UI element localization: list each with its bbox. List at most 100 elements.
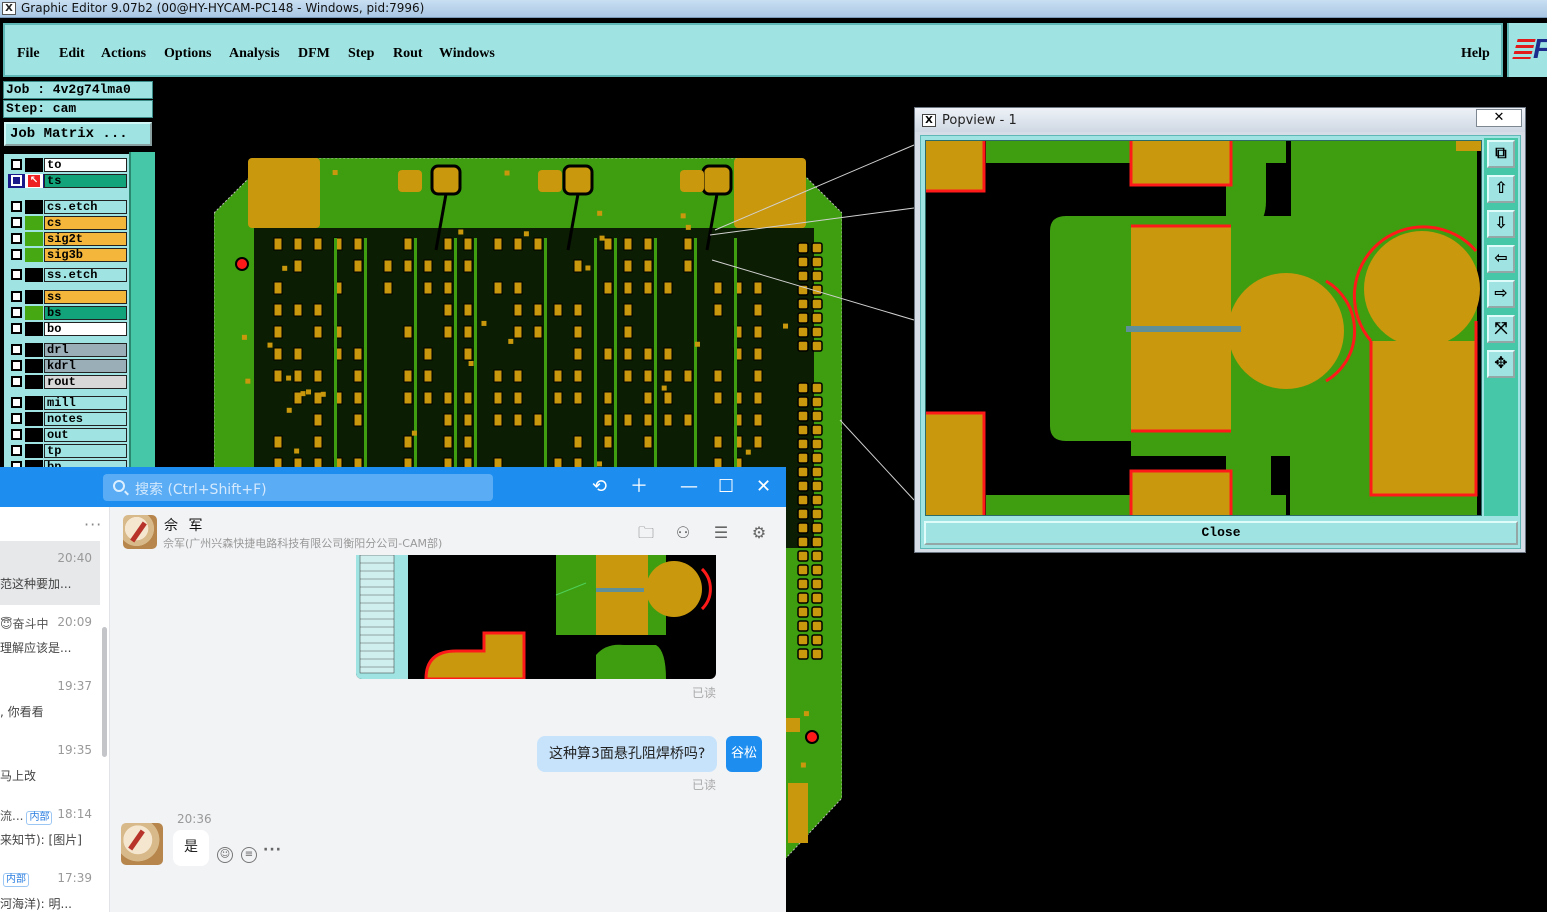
outgoing-message[interactable]: 这种算3面悬孔阻焊桥吗?	[537, 736, 718, 772]
menu-step[interactable]: Step	[348, 46, 374, 62]
layer-row-drl[interactable]: drl	[8, 343, 127, 357]
conversation-item[interactable]: 内部 17:39 河海洋): 明...	[0, 861, 100, 912]
layer-checkbox[interactable]	[11, 445, 22, 456]
layer-checkbox[interactable]	[11, 413, 22, 424]
popview-titlebar[interactable]: X Popview - 1 ✕	[915, 108, 1525, 132]
layer-checkbox[interactable]	[11, 175, 22, 186]
layer-row-bo[interactable]: bo	[8, 322, 127, 336]
add-icon[interactable]: ＋	[630, 477, 648, 497]
menu-rout[interactable]: Rout	[393, 46, 423, 62]
conversation-list-scrollbar[interactable]	[102, 627, 107, 757]
layer-row-tp[interactable]: tp	[8, 444, 127, 458]
layer-row-cs-etch[interactable]: cs.etch	[8, 200, 127, 214]
menu-options[interactable]: Options	[164, 46, 211, 62]
menu-windows[interactable]: Windows	[439, 46, 495, 62]
add-member-icon[interactable]: ⚇	[673, 523, 693, 543]
conversation-item[interactable]: 流... 内部 18:14 来知节): [图片]	[0, 797, 100, 861]
layer-checkbox[interactable]	[11, 344, 22, 355]
read-receipt: 已读	[692, 686, 717, 700]
job-matrix-button[interactable]: Job Matrix ...	[4, 122, 152, 146]
conversation-item[interactable]: 19:37 , 你看看	[0, 669, 100, 733]
layer-row-to[interactable]: to	[8, 158, 127, 172]
zoom-home-icon[interactable]: ⧉	[1487, 140, 1515, 168]
layer-color-swatch	[25, 158, 43, 172]
layer-row-ts[interactable]: ↖ ts	[8, 174, 127, 188]
pan-up-icon[interactable]: ⇧	[1487, 175, 1515, 203]
maximize-icon[interactable]: ☐	[718, 477, 734, 497]
search-history-icon[interactable]: ☰	[711, 523, 731, 543]
menu-help[interactable]: Help	[1461, 46, 1490, 62]
zoom-in-icon[interactable]: ⤧	[1487, 315, 1515, 343]
conversation-preview: 来知节): [图片]	[0, 833, 82, 847]
layer-name: bo	[44, 322, 127, 336]
layer-row-cs[interactable]: cs	[8, 216, 127, 230]
layer-name: notes	[44, 412, 127, 426]
popview-zoom-view[interactable]	[925, 140, 1482, 516]
layer-checkbox[interactable]	[11, 360, 22, 371]
folder-icon[interactable]: 🗀	[636, 523, 656, 543]
menu-analysis[interactable]: Analysis	[229, 46, 280, 62]
layer-row-out[interactable]: out	[8, 428, 127, 442]
layer-checkbox[interactable]	[11, 159, 22, 170]
layer-checkbox[interactable]	[11, 249, 22, 260]
layer-checkbox[interactable]	[11, 429, 22, 440]
layer-list-scrollbar[interactable]	[129, 152, 155, 470]
layer-checkbox[interactable]	[11, 307, 22, 318]
layer-row-mill[interactable]: mill	[8, 396, 127, 410]
settings-gear-icon[interactable]: ⚙	[749, 523, 769, 543]
layer-row-ss[interactable]: ss	[8, 290, 127, 304]
step-name: Step: cam	[3, 100, 153, 118]
layer-checkbox[interactable]	[11, 376, 22, 387]
more-options-icon[interactable]: ···	[84, 515, 102, 534]
conversation-item[interactable]: 19:35 马上改	[0, 733, 100, 797]
quote-reply-icon[interactable]: ≡	[241, 847, 257, 863]
layer-checkbox[interactable]	[11, 323, 22, 334]
layer-row-sig3b[interactable]: sig3b	[8, 248, 127, 262]
layer-name: tp	[44, 444, 127, 458]
layer-name: sig2t	[44, 232, 127, 246]
conversation-item[interactable]: 20:40 范这种要加...	[0, 541, 100, 605]
layer-checkbox[interactable]	[11, 217, 22, 228]
incoming-time: 20:36	[177, 812, 212, 826]
layer-color-swatch	[25, 444, 43, 458]
layer-checkbox[interactable]	[11, 269, 22, 280]
popview-close-icon[interactable]: ✕	[1476, 109, 1522, 127]
conversation-time: 19:35	[57, 743, 92, 757]
incoming-message[interactable]: 是	[173, 830, 209, 866]
pan-down-icon[interactable]: ⇩	[1487, 210, 1515, 238]
self-avatar[interactable]: 谷松	[726, 736, 762, 772]
layer-row-sig2t[interactable]: sig2t	[8, 232, 127, 246]
chat-search-input[interactable]: 搜索 (Ctrl+Shift+F)	[103, 474, 493, 501]
history-icon[interactable]: ⟲	[592, 477, 607, 497]
popview-close-button[interactable]: Close	[924, 521, 1518, 545]
contact-avatar[interactable]	[123, 515, 157, 549]
conversation-time: 20:09	[57, 615, 92, 629]
layer-row-rout[interactable]: rout	[8, 375, 127, 389]
layer-checkbox[interactable]	[11, 201, 22, 212]
zoom-out-icon[interactable]: ✥	[1487, 350, 1515, 378]
search-icon	[113, 480, 125, 492]
popview-toolbar: ⧉ ⇧ ⇩ ⇦ ⇨ ⤧ ✥	[1484, 138, 1518, 516]
layer-checkbox[interactable]	[11, 233, 22, 244]
layer-row-bs[interactable]: bs	[8, 306, 127, 320]
contact-organization: 佘军(广州兴森快捷电路科技有限公司衡阳分公司-CAM部)	[163, 537, 443, 550]
message-more-icon[interactable]: ···	[263, 842, 282, 858]
emoji-reaction-icon[interactable]: ☺	[217, 847, 233, 863]
menu-dfm[interactable]: DFM	[298, 46, 330, 62]
image-message[interactable]	[356, 555, 716, 679]
layer-checkbox[interactable]	[11, 291, 22, 302]
layer-row-kdrl[interactable]: kdrl	[8, 359, 127, 373]
active-layer-arrow-icon: ↖	[25, 174, 43, 188]
layer-row-notes[interactable]: notes	[8, 412, 127, 426]
conversation-item[interactable]: 😇奋斗中 20:09 理解应该是...	[0, 605, 100, 669]
close-icon[interactable]: ✕	[756, 477, 771, 497]
pan-right-icon[interactable]: ⇨	[1487, 280, 1515, 308]
minimize-icon[interactable]: —	[680, 477, 698, 497]
menu-actions[interactable]: Actions	[101, 46, 146, 62]
pan-left-icon[interactable]: ⇦	[1487, 245, 1515, 273]
menu-edit[interactable]: Edit	[59, 46, 85, 62]
layer-checkbox[interactable]	[11, 397, 22, 408]
sender-avatar[interactable]	[121, 823, 163, 865]
layer-row-ss-etch[interactable]: ss.etch	[8, 268, 127, 282]
menu-file[interactable]: File	[17, 46, 40, 62]
